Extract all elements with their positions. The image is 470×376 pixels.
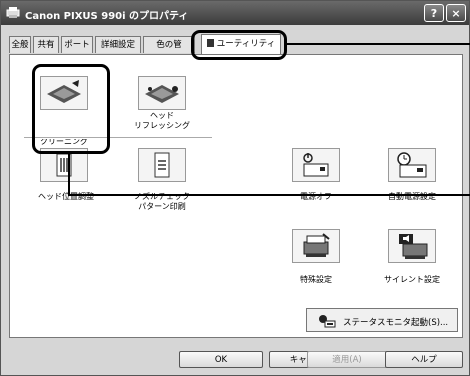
window-title: Canon PIXUS 990i のプロパティ [25, 11, 189, 22]
cleaning-callout [32, 64, 110, 154]
title-bar[interactable]: Canon PIXUS 990i のプロパティ ? × [1, 1, 469, 25]
properties-window: Canon PIXUS 990i のプロパティ ? × 全般 共有 ポート 詳細… [0, 0, 470, 376]
head-refresh-label: ヘッド リフレッシング [132, 111, 192, 131]
tab-sharing[interactable]: 共有 [33, 36, 59, 53]
tab-ports[interactable]: ポート [61, 36, 93, 53]
tab-general[interactable]: 全般 [9, 36, 31, 53]
head-refresh-button[interactable] [138, 76, 186, 110]
utility-tab-callout-line [287, 43, 470, 45]
close-button[interactable]: × [446, 4, 466, 22]
auto-power-icon [397, 152, 427, 178]
special-settings-label: 特殊設定 [300, 275, 332, 284]
status-monitor-label: ステータスモニタ起動(S)... [343, 318, 449, 328]
help-button[interactable]: ヘルプ [385, 351, 463, 368]
head-refresh-icon [145, 85, 179, 103]
ok-button[interactable]: OK [179, 351, 263, 368]
silent-settings-button[interactable] [388, 229, 436, 263]
head-refresh-label-line2: リフレッシング [134, 121, 190, 130]
tab-advanced[interactable]: 詳細設定 [95, 36, 141, 53]
special-settings-button[interactable] [292, 229, 340, 263]
tab-color-management[interactable]: 色の管 [143, 36, 195, 53]
cleaning-callout-line-horizontal [68, 194, 470, 196]
apply-button[interactable]: 適用(A) [307, 351, 387, 368]
utility-tab-callout [191, 30, 287, 60]
status-monitor-icon [319, 315, 336, 328]
status-monitor-button[interactable]: ステータスモニタ起動(S)... [306, 308, 458, 332]
nozzle-check-icon [154, 152, 170, 178]
power-off-button[interactable] [292, 148, 340, 182]
printer-app-icon [6, 7, 20, 18]
nozzle-check-label-line2: パターン印刷 [138, 202, 186, 211]
special-settings-icon [303, 233, 330, 257]
silent-settings-icon [399, 234, 428, 259]
auto-power-button[interactable] [388, 148, 436, 182]
silent-settings-label: サイレント設定 [384, 275, 440, 284]
power-off-icon [303, 153, 329, 177]
nozzle-check-button[interactable] [138, 148, 186, 182]
cleaning-callout-line-vertical [68, 154, 70, 195]
head-refresh-label-line1: ヘッド [150, 111, 174, 120]
help-title-button[interactable]: ? [424, 4, 444, 22]
